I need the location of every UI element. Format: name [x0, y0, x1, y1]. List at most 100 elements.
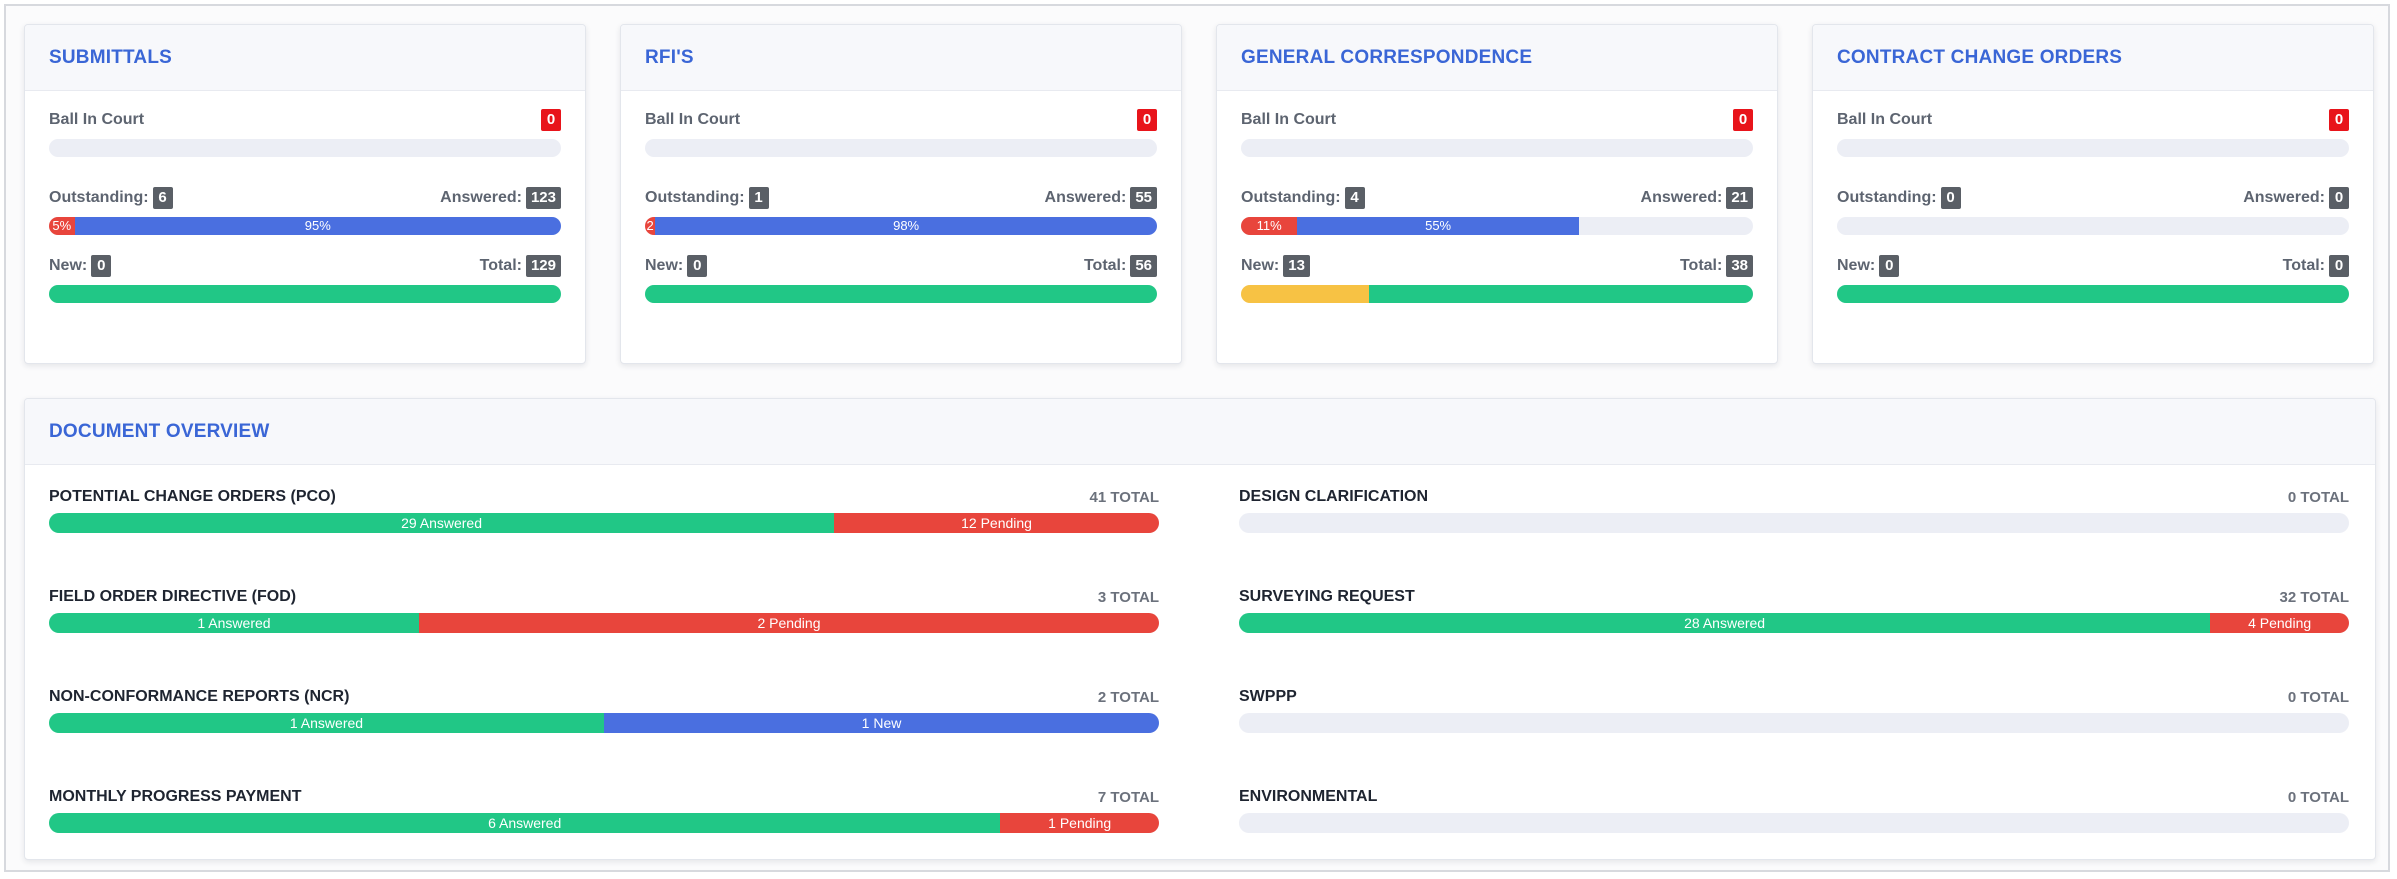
- doc-total: 41 TOTAL: [1089, 488, 1159, 506]
- document-overview-panel: DOCUMENT OVERVIEW POTENTIAL CHANGE ORDER…: [24, 398, 2376, 860]
- doc-bar[interactable]: [1239, 513, 2349, 533]
- doc-item-monthly-progress-payment[interactable]: MONTHLY PROGRESS PAYMENT 7 TOTAL 6 Answer…: [49, 785, 1159, 833]
- card-title[interactable]: RFI'S: [645, 47, 694, 69]
- doc-total: 32 TOTAL: [2279, 588, 2349, 606]
- doc-bar[interactable]: [1239, 813, 2349, 833]
- bar-segment-green: 28 Answered: [1239, 613, 2211, 633]
- doc-item-surveying-request[interactable]: SURVEYING REQUEST 32 TOTAL 28 Answered 4 P…: [1239, 585, 2349, 633]
- ball-in-court-label: Ball In Court: [645, 111, 741, 128]
- progress-bar[interactable]: 11% 55%: [1241, 217, 1753, 235]
- ball-in-court-row: Ball In Court 0: [645, 107, 1157, 133]
- bar-segment-green: 29 Answered: [49, 513, 835, 533]
- bar-segment-green: 6 Answered: [49, 813, 1001, 833]
- outstanding-row: Outstanding: 0 Answered: 0: [1837, 185, 2349, 211]
- ball-in-court-badge: 0: [1733, 109, 1753, 131]
- new-row: New: 0 Total: 129: [49, 253, 561, 279]
- doc-bar[interactable]: 1 Answered 1 New: [49, 713, 1159, 733]
- ball-in-court-label: Ball In Court: [1837, 111, 1933, 128]
- bar-segment-green: [1369, 285, 1753, 303]
- bar-segment-yellow: [1241, 285, 1369, 303]
- new-badge: 0: [687, 255, 708, 277]
- progress-bar[interactable]: 2 98%: [645, 217, 1157, 235]
- new-bar[interactable]: [1837, 285, 2349, 303]
- outstanding-badge: 1: [748, 187, 769, 209]
- bar-segment-green: 1 Answered: [49, 713, 604, 733]
- new-bar[interactable]: [49, 285, 561, 303]
- card-title[interactable]: SUBMITTALS: [49, 47, 172, 69]
- card-header: GENERAL CORRESPONDENCE: [1217, 25, 1777, 91]
- doc-name: FIELD ORDER DIRECTIVE (FOD): [49, 588, 297, 605]
- overview-header: DOCUMENT OVERVIEW: [25, 399, 2375, 465]
- outstanding-badge: 0: [1940, 187, 1961, 209]
- outstanding-label: Outstanding:: [645, 189, 745, 206]
- total-badge: 38: [1726, 255, 1753, 277]
- doc-bar[interactable]: 1 Answered 2 Pending: [49, 613, 1159, 633]
- outstanding-label: Outstanding:: [1837, 189, 1937, 206]
- doc-item-pco[interactable]: POTENTIAL CHANGE ORDERS (PCO) 41 TOTAL 29…: [49, 485, 1159, 533]
- new-bar[interactable]: [645, 285, 1157, 303]
- answered-badge: 0: [2329, 187, 2349, 209]
- new-badge: 0: [1879, 255, 1900, 277]
- bar-segment-blue: 98%: [655, 217, 1157, 235]
- bar-segment-green: 1 Answered: [49, 613, 419, 633]
- total-badge: 129: [525, 255, 561, 277]
- new-bar[interactable]: [1241, 285, 1753, 303]
- progress-bar[interactable]: 5% 95%: [49, 217, 561, 235]
- doc-total: 0 TOTAL: [2287, 788, 2349, 806]
- answered-label: Answered:: [1044, 189, 1127, 206]
- total-label: Total:: [1679, 257, 1723, 274]
- ball-in-court-badge: 0: [2329, 109, 2349, 131]
- doc-item-swppp[interactable]: SWPPP 0 TOTAL: [1239, 685, 2349, 733]
- card-title[interactable]: CONTRACT CHANGE ORDERS: [1837, 47, 2122, 69]
- bar-segment-red: 2 Pending: [418, 613, 1159, 633]
- outstanding-row: Outstanding: 6 Answered: 123: [49, 185, 561, 211]
- total-badge: 0: [2329, 255, 2349, 277]
- dashboard-frame: SUBMITTALS Ball In Court 0 Outstanding: 6…: [4, 4, 2390, 872]
- bar-segment-green: [1837, 285, 2349, 303]
- doc-item-design-clarification[interactable]: DESIGN CLARIFICATION 0 TOTAL: [1239, 485, 2349, 533]
- doc-bar[interactable]: 29 Answered 12 Pending: [49, 513, 1159, 533]
- summary-cards: SUBMITTALS Ball In Court 0 Outstanding: 6…: [24, 24, 2376, 364]
- total-label: Total:: [479, 257, 522, 274]
- doc-bar[interactable]: [1239, 713, 2349, 733]
- ball-in-court-row: Ball In Court 0: [1241, 107, 1753, 133]
- card-title[interactable]: GENERAL CORRESPONDENCE: [1241, 47, 1532, 69]
- new-row: New: 0 Total: 56: [645, 253, 1157, 279]
- progress-bar[interactable]: [1837, 217, 2349, 235]
- outstanding-row: Outstanding: 4 Answered: 21: [1241, 185, 1753, 211]
- bar-segment-red: 1 Pending: [1000, 813, 1159, 833]
- new-badge: 0: [91, 255, 112, 277]
- doc-bar[interactable]: 6 Answered 1 Pending: [49, 813, 1159, 833]
- ball-in-court-bar: [645, 139, 1157, 157]
- answered-label: Answered:: [440, 189, 522, 206]
- ball-in-court-label: Ball In Court: [1241, 111, 1337, 128]
- answered-badge: 21: [1726, 187, 1753, 209]
- total-label: Total:: [1083, 257, 1127, 274]
- doc-name: NON-CONFORMANCE REPORTS (NCR): [49, 688, 350, 705]
- bar-segment-blue: 95%: [74, 217, 561, 235]
- outstanding-badge: 6: [152, 187, 173, 209]
- total-badge: 56: [1130, 255, 1157, 277]
- doc-name: SWPPP: [1239, 688, 1297, 705]
- ball-in-court-badge: 0: [541, 109, 561, 131]
- ball-in-court-row: Ball In Court 0: [49, 107, 561, 133]
- doc-total: 7 TOTAL: [1097, 788, 1159, 806]
- bar-segment-green: [49, 285, 561, 303]
- doc-item-ncr[interactable]: NON-CONFORMANCE REPORTS (NCR) 2 TOTAL 1 A…: [49, 685, 1159, 733]
- ball-in-court-bar: [1241, 139, 1753, 157]
- doc-bar[interactable]: 28 Answered 4 Pending: [1239, 613, 2349, 633]
- doc-name: POTENTIAL CHANGE ORDERS (PCO): [49, 488, 336, 505]
- doc-name: ENVIRONMENTAL: [1239, 788, 1378, 805]
- card-general-correspondence: GENERAL CORRESPONDENCE Ball In Court 0 O…: [1216, 24, 1778, 364]
- bar-segment-red: 4 Pending: [2210, 613, 2349, 633]
- ball-in-court-bar: [1837, 139, 2349, 157]
- doc-total: 2 TOTAL: [1097, 688, 1159, 706]
- bar-segment-red: 12 Pending: [834, 513, 1159, 533]
- doc-item-environmental[interactable]: ENVIRONMENTAL 0 TOTAL: [1239, 785, 2349, 833]
- new-label: New:: [1241, 257, 1280, 274]
- answered-label: Answered:: [2243, 189, 2325, 206]
- doc-item-fod[interactable]: FIELD ORDER DIRECTIVE (FOD) 3 TOTAL 1 Ans…: [49, 585, 1159, 633]
- doc-total: 3 TOTAL: [1097, 588, 1159, 606]
- doc-total: 0 TOTAL: [2287, 688, 2349, 706]
- bar-segment-blue: 1 New: [604, 713, 1159, 733]
